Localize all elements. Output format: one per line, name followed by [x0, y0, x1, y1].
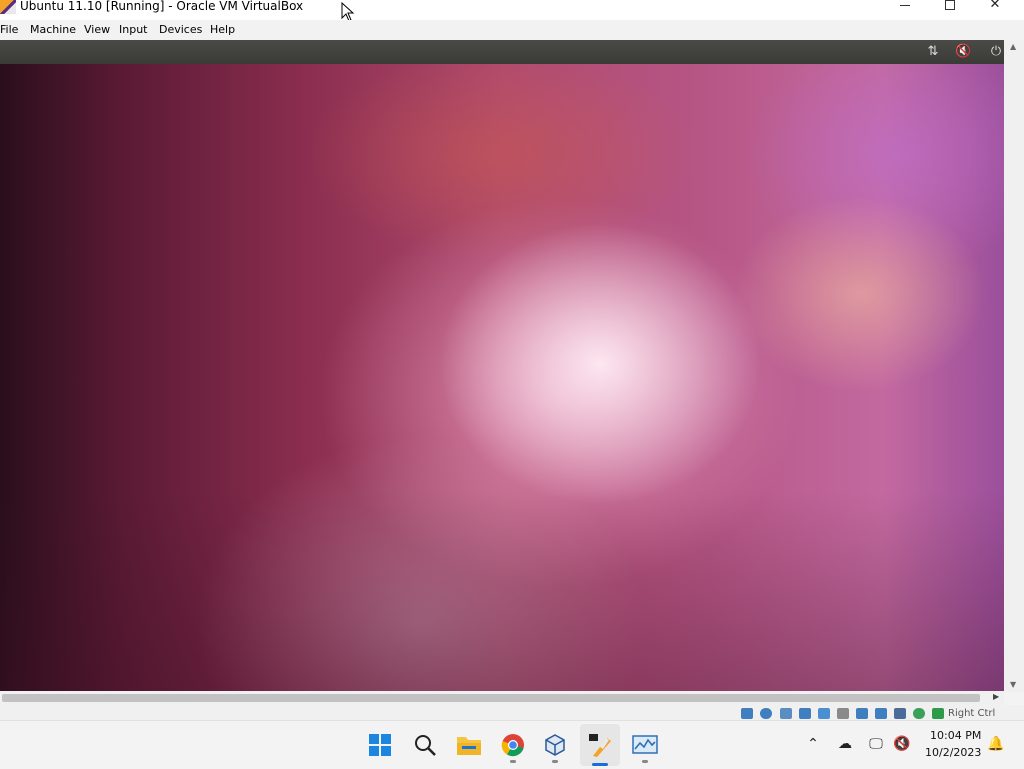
cpu-icon[interactable]: [894, 708, 906, 719]
onedrive-icon[interactable]: ☁: [836, 735, 854, 753]
vm-display[interactable]: [0, 64, 1004, 691]
menu-machine[interactable]: Machine: [30, 23, 76, 36]
menu-input[interactable]: Input: [119, 23, 147, 36]
taskbar: ⌃ ☁ 🖵 🔇 10:04 PM 10/2/2023 🔔: [0, 720, 1024, 769]
virtualbox-manager-icon[interactable]: [541, 731, 569, 759]
volume-muted-icon[interactable]: 🔇: [893, 735, 911, 753]
network-arrows-icon[interactable]: ⇅: [925, 44, 941, 60]
vm-status-bar: Right Ctrl: [0, 705, 1024, 720]
scroll-thumb[interactable]: [2, 694, 980, 702]
wallpaper-shade: [0, 491, 1004, 691]
menu-help[interactable]: Help: [210, 23, 235, 36]
menu-view[interactable]: View: [84, 23, 110, 36]
recording-icon[interactable]: [875, 708, 887, 719]
running-indicator: [642, 760, 648, 763]
power-icon[interactable]: ⏻: [988, 44, 1004, 60]
minimize-button[interactable]: [882, 0, 928, 14]
chrome-icon[interactable]: [499, 731, 527, 759]
horizontal-scrollbar[interactable]: ▶: [0, 691, 1004, 705]
close-icon: ✕: [989, 0, 1001, 12]
capture-icon[interactable]: [932, 708, 944, 719]
network-icon[interactable]: 🖵: [867, 735, 885, 753]
usb-icon[interactable]: [818, 708, 830, 719]
virtualbox-vm-icon[interactable]: [586, 731, 614, 759]
file-explorer-icon[interactable]: [455, 731, 483, 759]
windows-start-icon[interactable]: [366, 731, 394, 759]
optical-drive-icon[interactable]: [760, 708, 772, 719]
notification-bell-icon[interactable]: 🔔: [987, 735, 1005, 753]
window-titlebar[interactable]: Ubuntu 11.10 [Running] - Oracle VM Virtu…: [0, 0, 1024, 20]
chevron-up-icon[interactable]: ⌃: [804, 735, 822, 753]
minimize-icon: [900, 4, 910, 6]
running-indicator: [510, 760, 516, 763]
mouse-integration-icon[interactable]: [913, 708, 925, 719]
running-indicator: [552, 760, 558, 763]
maximize-icon: [945, 0, 955, 10]
maximize-button[interactable]: [927, 0, 973, 14]
host-key-label: Right Ctrl: [948, 708, 996, 719]
shared-folders-icon[interactable]: [837, 708, 849, 719]
vertical-scrollbar[interactable]: ▲ ▼: [1004, 40, 1024, 692]
performance-monitor-icon[interactable]: [631, 731, 659, 759]
guest-top-panel: ⇅ 🔇 ⏻: [0, 40, 1014, 64]
close-button[interactable]: ✕: [972, 0, 1018, 14]
volume-muted-icon[interactable]: 🔇: [955, 44, 971, 60]
hard-disk-icon[interactable]: [741, 708, 753, 719]
scroll-up-icon[interactable]: ▲: [1010, 42, 1016, 51]
menu-file[interactable]: File: [0, 23, 18, 36]
active-indicator: [592, 763, 608, 766]
clock-date[interactable]: 10/2/2023: [925, 746, 981, 759]
menu-devices[interactable]: Devices: [159, 23, 202, 36]
audio-icon[interactable]: [780, 708, 792, 719]
clock-time[interactable]: 10:04 PM: [930, 729, 981, 742]
virtualbox-app-icon: [0, 0, 16, 14]
scroll-right-icon[interactable]: ▶: [993, 692, 999, 701]
menu-bar: File Machine View Input Devices Help: [0, 20, 1024, 41]
scroll-down-icon[interactable]: ▼: [1010, 680, 1016, 689]
window-title: Ubuntu 11.10 [Running] - Oracle VM Virtu…: [20, 0, 304, 13]
search-icon[interactable]: [411, 731, 439, 759]
network-icon[interactable]: [799, 708, 811, 719]
display-icon[interactable]: [856, 708, 868, 719]
